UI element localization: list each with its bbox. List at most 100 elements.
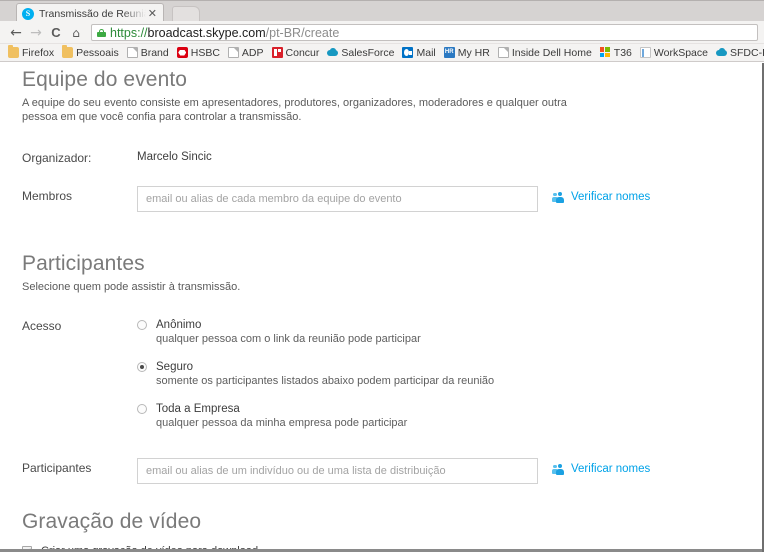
bookmark-label: ADP	[241, 46, 264, 59]
verify-names-participants-button[interactable]: Verificar nomes	[552, 458, 651, 475]
verify-names-participants-label: Verificar nomes	[571, 463, 651, 475]
people-icon	[552, 191, 567, 203]
access-option-texts: Anônimo qualquer pessoa com o link da reu…	[156, 318, 421, 347]
bookmark-item[interactable]: Firefox	[4, 45, 58, 60]
new-tab-button[interactable]	[172, 6, 200, 22]
participants-section-title: Participantes	[22, 252, 145, 275]
bookmark-item[interactable]: HSBC	[173, 46, 224, 60]
access-option-subtitle: qualquer pessoa da minha empresa pode pa…	[156, 417, 408, 429]
bookmark-label: Concur	[285, 46, 320, 59]
members-row: Membros Verificar nomes	[22, 186, 762, 212]
access-option[interactable]: Anônimo qualquer pessoa com o link da reu…	[137, 318, 494, 347]
skype-icon: S	[22, 7, 34, 20]
cloud-icon	[715, 47, 727, 58]
cloud-icon	[327, 47, 339, 58]
lock-icon	[97, 28, 106, 37]
browser-tab[interactable]: S Transmissão de Reunião d ✕	[16, 3, 164, 23]
page-icon	[126, 47, 138, 58]
bookmark-label: Inside Dell Home	[511, 46, 592, 59]
bookmark-item[interactable]: SalesForce	[323, 46, 398, 60]
concur-icon	[271, 47, 283, 58]
bookmark-item[interactable]: WorkSpace	[636, 46, 712, 60]
radio-button[interactable]	[137, 362, 147, 372]
bookmark-item[interactable]: T36	[596, 46, 636, 60]
address-bar[interactable]: https://broadcast.skype.com/pt-BR/create	[91, 24, 758, 41]
access-label: Acesso	[22, 319, 62, 333]
home-icon[interactable]: ⌂	[66, 26, 86, 40]
tab-title: Transmissão de Reunião d	[39, 7, 146, 20]
browser-chrome: S Transmissão de Reunião d ✕ ← → C ⌂ htt…	[0, 0, 764, 62]
bookmark-label: Brand	[140, 46, 169, 59]
back-button[interactable]: ←	[6, 26, 26, 40]
people-icon	[552, 463, 567, 475]
url-path: /pt-BR/create	[265, 25, 340, 40]
bookmark-label: Firefox	[22, 46, 55, 59]
access-option-title: Seguro	[156, 361, 194, 373]
bookmarks-bar: Firefox Pessoais Brand HSBC ADP Concur SalesFo…	[0, 44, 764, 62]
team-section-description: A equipe do seu evento consiste em apres…	[22, 97, 567, 123]
bookmark-label: SalesForce	[341, 46, 395, 59]
access-option-subtitle: somente os participantes listados abaixo…	[156, 375, 495, 387]
verify-names-members-button[interactable]: Verificar nomes	[552, 186, 651, 203]
microsoft-icon	[599, 47, 611, 58]
forward-button[interactable]: →	[26, 26, 46, 40]
page-icon	[497, 47, 509, 58]
access-option[interactable]: Seguro somente os participantes listados …	[137, 360, 494, 389]
bookmark-label: T36	[613, 46, 632, 59]
participants-row: Participantes Verificar nomes	[22, 458, 762, 484]
bookmark-label: HSBC	[190, 46, 220, 59]
navigation-toolbar: ← → C ⌂ https://broadcast.skype.com/pt-B…	[0, 22, 764, 44]
hsbc-icon	[176, 47, 188, 58]
bookmark-label: SFDC-Pipeline	[729, 46, 764, 59]
bookmark-label: Mail	[416, 46, 436, 59]
participants-section-description: Selecione quem pode assistir à transmiss…	[22, 281, 241, 293]
access-option-title: Toda a Empresa	[156, 403, 240, 415]
url-host: broadcast.skype.com	[147, 25, 266, 40]
bookmark-item[interactable]: Inside Dell Home	[494, 46, 596, 60]
radio-button[interactable]	[137, 404, 147, 414]
hr-badge-icon: HR	[443, 47, 455, 58]
members-input[interactable]	[137, 186, 538, 212]
verify-names-members-label: Verificar nomes	[571, 191, 651, 203]
bookmark-item[interactable]: Concur	[268, 46, 324, 60]
organizer-label: Organizador:	[22, 151, 92, 165]
video-section-title: Gravação de vídeo	[22, 510, 202, 533]
bookmark-item[interactable]: ADP	[224, 46, 268, 60]
url-scheme: https://	[110, 25, 148, 40]
organizer-row: Organizador: Marcelo Sincic	[22, 148, 762, 165]
access-option[interactable]: Toda a Empresa qualquer pessoa da minha e…	[137, 402, 494, 431]
participants-label: Participantes	[22, 461, 92, 475]
members-label: Membros	[22, 189, 73, 203]
browser-window: S Transmissão de Reunião d ✕ ← → C ⌂ htt…	[0, 0, 764, 552]
folder-icon	[62, 45, 74, 58]
radio-button[interactable]	[137, 320, 147, 330]
bookmark-item[interactable]: HR My HR	[440, 46, 494, 60]
access-radio-group: Anônimo qualquer pessoa com o link da reu…	[137, 316, 494, 431]
page-viewport: Equipe do evento A equipe do seu evento …	[0, 63, 764, 552]
workspace-icon	[639, 47, 651, 58]
close-icon[interactable]: ✕	[146, 8, 159, 19]
participants-input[interactable]	[137, 458, 538, 484]
outlook-icon	[402, 47, 414, 58]
bookmark-label: WorkSpace	[653, 46, 708, 59]
team-section-title: Equipe do evento	[22, 68, 188, 91]
bookmark-item[interactable]: SFDC-Pipeline	[712, 46, 764, 60]
url-text: https://broadcast.skype.com/pt-BR/create	[110, 26, 339, 40]
tab-strip: S Transmissão de Reunião d ✕	[0, 0, 764, 23]
bookmark-label: My HR	[457, 46, 490, 59]
bookmark-item[interactable]: Mail	[398, 46, 439, 60]
bookmark-item[interactable]: Brand	[123, 46, 173, 60]
page-icon	[227, 47, 239, 58]
bookmark-item[interactable]: Pessoais	[58, 45, 123, 60]
folder-icon	[8, 45, 19, 58]
organizer-value: Marcelo Sincic	[137, 151, 212, 163]
access-option-texts: Seguro somente os participantes listados …	[156, 360, 494, 389]
access-option-title: Anônimo	[156, 319, 202, 331]
reload-icon[interactable]: C	[46, 25, 66, 40]
access-option-texts: Toda a Empresa qualquer pessoa da minha e…	[156, 402, 407, 431]
access-row: Acesso Anônimo qualquer pessoa com o link…	[22, 316, 762, 431]
page-content: Equipe do evento A equipe do seu evento …	[0, 63, 762, 552]
bookmark-label: Pessoais	[76, 46, 119, 59]
